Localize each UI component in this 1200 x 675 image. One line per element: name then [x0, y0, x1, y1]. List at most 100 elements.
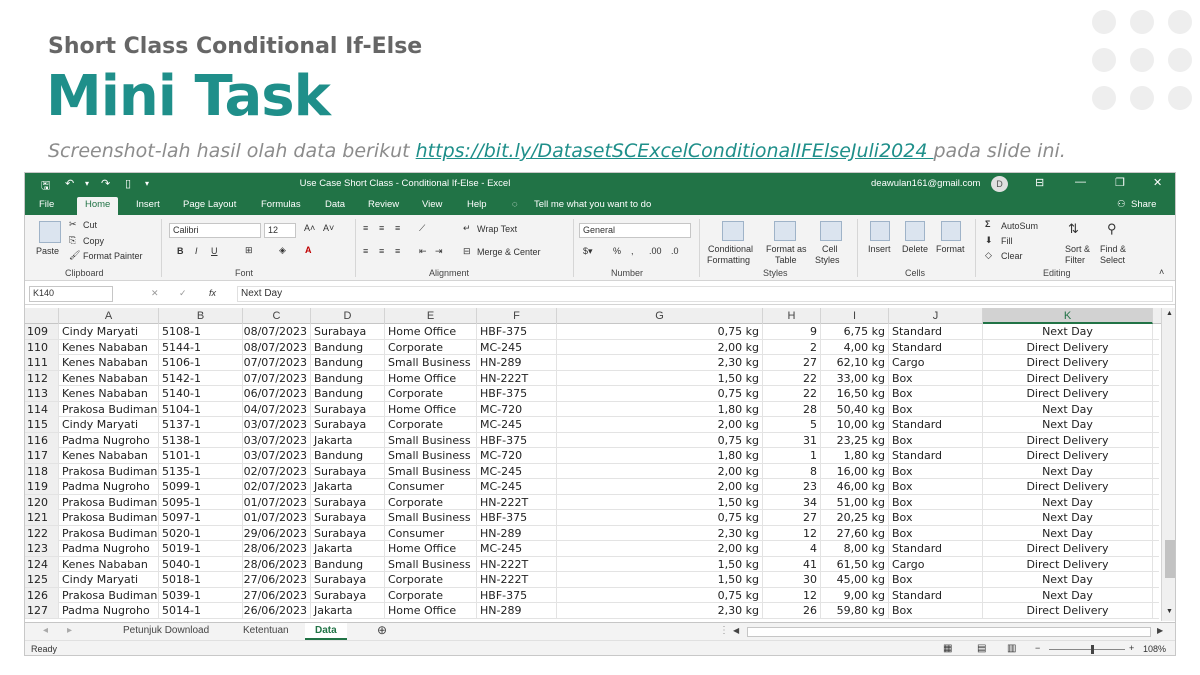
row-header[interactable]: 121 [25, 510, 59, 525]
cell-delivery[interactable]: Direct Delivery [983, 541, 1153, 556]
font-color-icon[interactable]: A [305, 245, 312, 255]
column-header-f[interactable]: F [477, 308, 557, 324]
cell-total-weight[interactable]: 27,60 kg [821, 525, 889, 541]
cell-quantity[interactable]: 4 [763, 541, 821, 556]
cell-city[interactable]: Surabaya [311, 587, 385, 603]
cell-quantity[interactable]: 28 [763, 401, 821, 417]
cell-city[interactable]: Surabaya [311, 417, 385, 432]
vertical-scrollbar[interactable]: ▲ ▼ [1161, 308, 1175, 621]
cell-quantity[interactable]: 22 [763, 370, 821, 386]
format-cells-button[interactable]: Format [936, 244, 965, 254]
formula-input[interactable]: Next Day [237, 286, 1173, 302]
cell-styles-icon[interactable] [820, 221, 842, 241]
tab-view[interactable]: View [422, 199, 442, 210]
cell-delivery[interactable]: Next Day [983, 417, 1153, 432]
cell-quantity[interactable]: 2 [763, 339, 821, 355]
cell-delivery[interactable]: Direct Delivery [983, 355, 1153, 370]
cell-order-id[interactable]: 5137-1 [159, 417, 243, 432]
indent-icon[interactable]: ⇤ [419, 246, 427, 257]
cell-delivery[interactable]: Direct Delivery [983, 370, 1153, 386]
column-header-g[interactable]: G [557, 308, 763, 324]
format-as-table-button[interactable]: Format as [766, 244, 807, 254]
cut-icon[interactable]: ✂ [69, 219, 77, 230]
autosum-icon[interactable]: Σ [985, 219, 990, 229]
column-header-d[interactable]: D [311, 308, 385, 324]
cell-product[interactable]: HN-222T [477, 556, 557, 572]
cell-packaging[interactable]: Box [889, 525, 983, 541]
cell-city[interactable]: Bandung [311, 448, 385, 463]
cell-order-id[interactable]: 5108-1 [159, 324, 243, 339]
cell-quantity[interactable]: 12 [763, 587, 821, 603]
conditional-formatting-icon[interactable] [722, 221, 744, 241]
copy-icon[interactable]: ⎘ [69, 235, 76, 246]
cell-date[interactable]: 03/07/2023 [243, 448, 311, 463]
cell-unit-weight[interactable]: 1,80 kg [557, 448, 763, 463]
cell-segment[interactable]: Corporate [385, 572, 477, 587]
cell-name[interactable]: Kenes Nababan [59, 355, 159, 370]
borders-icon[interactable]: ⊞ [245, 245, 253, 256]
tell-me-search[interactable]: Tell me what you want to do [534, 199, 651, 210]
cell-unit-weight[interactable]: 0,75 kg [557, 432, 763, 448]
cell-date[interactable]: 26/06/2023 [243, 603, 311, 618]
cell-order-id[interactable]: 5020-1 [159, 525, 243, 541]
cell-packaging[interactable]: Box [889, 603, 983, 618]
page-layout-view-icon[interactable]: ▤ [977, 643, 986, 654]
cell-packaging[interactable]: Standard [889, 339, 983, 355]
cell-name[interactable]: Padma Nugroho [59, 541, 159, 556]
row-header[interactable]: 114 [25, 401, 59, 417]
cell-order-id[interactable]: 5142-1 [159, 370, 243, 386]
cell-city[interactable]: Surabaya [311, 525, 385, 541]
cell-unit-weight[interactable]: 0,75 kg [557, 510, 763, 525]
decrease-font-icon[interactable]: A˅ [323, 223, 334, 233]
wrap-text-icon[interactable]: ↵ [463, 223, 471, 234]
cell-total-weight[interactable]: 16,00 kg [821, 463, 889, 479]
cell-segment[interactable]: Corporate [385, 587, 477, 603]
cell-date[interactable]: 28/06/2023 [243, 556, 311, 572]
cell-delivery[interactable]: Next Day [983, 463, 1153, 479]
number-format-select[interactable]: General [579, 223, 691, 238]
insert-cells-icon[interactable] [870, 221, 890, 241]
cell-product[interactable]: MC-245 [477, 339, 557, 355]
cell-name[interactable]: Kenes Nababan [59, 448, 159, 463]
cell-name[interactable]: Cindy Maryati [59, 572, 159, 587]
cancel-entry-icon[interactable]: ✕ [151, 288, 159, 299]
row-header[interactable]: 117 [25, 448, 59, 463]
cell-unit-weight[interactable]: 1,50 kg [557, 556, 763, 572]
cell-packaging[interactable]: Box [889, 510, 983, 525]
cell-date[interactable]: 06/07/2023 [243, 386, 311, 401]
insert-cells-button[interactable]: Insert [868, 244, 891, 254]
cell-packaging[interactable]: Box [889, 432, 983, 448]
sheet-tab-data[interactable]: Data [305, 623, 347, 640]
cell-quantity[interactable]: 12 [763, 525, 821, 541]
cell-delivery[interactable]: Next Day [983, 525, 1153, 541]
cell-segment[interactable]: Small Business [385, 448, 477, 463]
cell-date[interactable]: 27/06/2023 [243, 572, 311, 587]
copy-button[interactable]: Copy [83, 236, 104, 246]
cell-name[interactable]: Prakosa Budiman [59, 510, 159, 525]
cell-quantity[interactable]: 26 [763, 603, 821, 618]
row-header[interactable]: 115 [25, 417, 59, 432]
cell-city[interactable]: Surabaya [311, 510, 385, 525]
align-left-icon[interactable]: ≡ [363, 246, 368, 256]
cell-name[interactable]: Prakosa Budiman [59, 525, 159, 541]
cell-order-id[interactable]: 5135-1 [159, 463, 243, 479]
cell-name[interactable]: Prakosa Budiman [59, 587, 159, 603]
cell-delivery[interactable]: Direct Delivery [983, 386, 1153, 401]
cell-date[interactable]: 29/06/2023 [243, 525, 311, 541]
cell-date[interactable]: 08/07/2023 [243, 339, 311, 355]
cell-name[interactable]: Kenes Nababan [59, 556, 159, 572]
font-size-select[interactable]: 12 [264, 223, 296, 238]
cell-name[interactable]: Prakosa Budiman [59, 463, 159, 479]
cell-segment[interactable]: Home Office [385, 541, 477, 556]
cell-total-weight[interactable]: 1,80 kg [821, 448, 889, 463]
prev-sheet-icon[interactable]: ◂ [43, 625, 48, 636]
cell-segment[interactable]: Small Business [385, 355, 477, 370]
scroll-up-icon[interactable]: ▲ [1166, 310, 1173, 317]
cell-delivery[interactable]: Direct Delivery [983, 448, 1153, 463]
column-header-a[interactable]: A [59, 308, 159, 324]
cell-segment[interactable]: Small Business [385, 510, 477, 525]
cell-quantity[interactable]: 27 [763, 510, 821, 525]
align-top-icon[interactable]: ≡ [363, 223, 368, 233]
autosum-button[interactable]: AutoSum [1001, 221, 1038, 231]
outdent-icon[interactable]: ⇥ [435, 246, 443, 257]
